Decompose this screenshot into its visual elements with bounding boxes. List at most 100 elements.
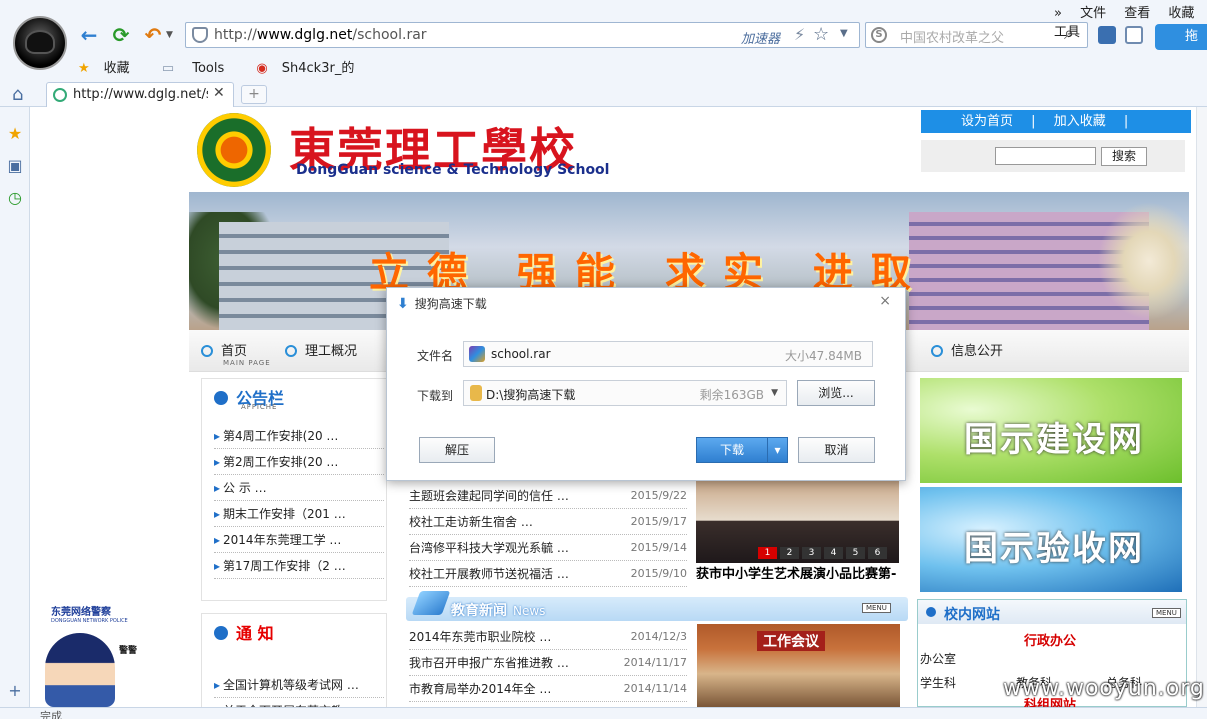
campus-link-office[interactable]: 办公室: [920, 650, 956, 667]
nav-sub: MAIN PAGE: [223, 359, 271, 367]
url-path: /school.rar: [352, 27, 427, 43]
news-date: 2014/12/3: [630, 630, 687, 643]
news-row[interactable]: 校社工走访新生宿舍 … 2015/9/17: [409, 509, 687, 535]
edu-news-photo[interactable]: 工作会议: [697, 624, 900, 707]
list-item[interactable]: 全国计算机等级考试网 …: [214, 672, 384, 698]
news-row[interactable]: 市教育局举办2014年全 … 2014/11/14: [409, 676, 687, 702]
slider-caption[interactable]: 获市中小学生艺术展演小品比赛第-: [696, 563, 899, 579]
sidebar-add-icon[interactable]: +: [6, 682, 24, 700]
news-row[interactable]: 我市召开申报广东省推进教 … 2014/11/17: [409, 650, 687, 676]
list-item[interactable]: 2014年东莞理工学 …: [214, 527, 384, 553]
news-row[interactable]: 主题班会建起同学间的信任 … 2015/9/22: [409, 483, 687, 509]
bookmark-tools[interactable]: ▭ Tools: [162, 61, 238, 76]
announcement-icon: [214, 391, 228, 405]
address-url[interactable]: http://www.dglg.net/school.rar: [214, 27, 427, 43]
banner-flower: [1089, 192, 1189, 330]
home-icon[interactable]: ⌂: [12, 84, 23, 105]
reading-list-icon[interactable]: ▣: [6, 157, 24, 175]
news-row[interactable]: 校社工开展教师节送祝福活 … 2015/9/10: [409, 561, 687, 587]
add-favorite-link[interactable]: 加入收藏: [1054, 114, 1106, 129]
reader-icon[interactable]: [1125, 26, 1143, 44]
edu-news-en: News: [513, 604, 546, 618]
nav-info-public[interactable]: 信息公开: [931, 340, 1003, 359]
menu-favorites[interactable]: 收藏: [1168, 6, 1194, 21]
site-search-button[interactable]: 搜索: [1101, 147, 1147, 166]
list-item[interactable]: 第4周工作安排(20 …: [214, 423, 384, 449]
site-search: 搜索: [921, 140, 1185, 172]
campus-link-students[interactable]: 学生科: [920, 674, 956, 691]
browse-button[interactable]: 浏览...: [797, 380, 875, 406]
set-homepage-link[interactable]: 设为首页: [961, 114, 1013, 129]
network-police-badge[interactable]: 东莞网络警察 DONGGUAN NETWORK POLICE 警警: [37, 603, 157, 707]
lightning-icon[interactable]: ⚡: [794, 25, 805, 44]
address-dropdown-icon[interactable]: ▼: [840, 28, 848, 39]
slider-page[interactable]: 3: [802, 547, 821, 559]
screenshot-icon[interactable]: [1098, 26, 1116, 44]
edu-news-label: 教育新闻: [451, 603, 507, 619]
sogou-search-icon[interactable]: S: [871, 27, 887, 43]
undo-dropdown-icon[interactable]: ▼: [166, 30, 173, 40]
cancel-button[interactable]: 取消: [798, 437, 875, 463]
news-row[interactable]: 2014年东莞市职业院校 … 2014/12/3: [409, 624, 687, 650]
folder-icon: [470, 385, 482, 401]
nav-home[interactable]: 首页 MAIN PAGE: [201, 340, 271, 367]
news-date: 2014/11/17: [623, 656, 687, 669]
list-item[interactable]: 关于全面开展东莞市教 …: [214, 698, 384, 707]
news-photo-slider[interactable]: 123456 获市中小学生艺术展演小品比赛第-: [696, 481, 899, 579]
star-icon[interactable]: ☆: [813, 24, 829, 45]
saveto-path: D:\搜狗高速下载: [486, 388, 576, 402]
slider-page[interactable]: 1: [758, 547, 777, 559]
download-button[interactable]: 下载: [696, 437, 768, 463]
news-row[interactable]: 台湾修平科技大学观光系毓 … 2015/9/14: [409, 535, 687, 561]
slider-page[interactable]: 4: [824, 547, 843, 559]
history-clock-icon[interactable]: ◷: [6, 189, 24, 207]
accelerator-button[interactable]: 加速器: [741, 28, 780, 47]
edu-news-menu-button[interactable]: MENU: [862, 603, 891, 613]
nav-overview[interactable]: 理工概况: [285, 340, 357, 359]
news-date: 2015/9/10: [630, 567, 687, 580]
address-bar[interactable]: http://www.dglg.net/school.rar 加速器 ⚡ ☆ ▼: [185, 22, 860, 48]
campus-title: 校内网站: [944, 607, 1000, 623]
file-size: 大小47.84MB: [785, 349, 862, 363]
list-item[interactable]: 第2周工作安排(20 …: [214, 449, 384, 475]
notice-title: 通 知: [214, 620, 274, 644]
user-avatar[interactable]: [13, 16, 67, 70]
slider-page[interactable]: 6: [868, 547, 887, 559]
saveto-path-select[interactable]: D:\搜狗高速下载 剩余163GB ▼: [463, 380, 787, 406]
url-host: www.dglg.net: [256, 27, 353, 43]
undo-icon[interactable]: ↶: [142, 24, 164, 46]
list-item[interactable]: 公 示 …: [214, 475, 384, 501]
site-search-input[interactable]: [995, 147, 1096, 165]
bookmark-weibo[interactable]: ◉ Sh4ck3r_的: [256, 61, 368, 76]
dialog-close-button[interactable]: ×: [879, 293, 891, 309]
download-options-icon[interactable]: ▾: [767, 437, 788, 463]
bookmark-favorites[interactable]: ★ 收藏: [78, 61, 144, 76]
path-dropdown-icon[interactable]: ▼: [771, 388, 778, 398]
tab-active[interactable]: http://www.dglg.net/school.rar ✕: [46, 82, 234, 107]
slider-page[interactable]: 2: [780, 547, 799, 559]
campus-menu-button[interactable]: MENU: [1152, 608, 1181, 618]
tab-close-icon[interactable]: ✕: [213, 85, 225, 101]
filename-field[interactable]: school.rar 大小47.84MB: [463, 341, 873, 367]
edu-news-title: 教育新闻 News: [451, 600, 545, 620]
menu-view[interactable]: 查看: [1124, 6, 1150, 21]
menu-overflow[interactable]: »: [1054, 6, 1062, 21]
news-date: 2014/11/14: [623, 682, 687, 695]
drag-button[interactable]: 拖: [1155, 24, 1207, 50]
list-item[interactable]: 第17周工作安排（2 …: [214, 553, 384, 579]
tab-title: http://www.dglg.net/school.rar: [73, 87, 208, 102]
refresh-icon[interactable]: ⟳: [110, 24, 132, 46]
status-text: 完成: [40, 710, 62, 719]
menu-tools[interactable]: 工具: [1054, 25, 1080, 40]
slider-page[interactable]: 5: [846, 547, 865, 559]
back-arrow-icon[interactable]: ←: [78, 24, 100, 46]
new-tab-button[interactable]: +: [241, 85, 267, 104]
vertical-scrollbar[interactable]: [1196, 107, 1207, 707]
demo-acceptance-ad[interactable]: 国示验收网: [920, 487, 1182, 592]
favorites-star-icon[interactable]: ★: [6, 125, 24, 143]
menu-file[interactable]: 文件: [1080, 6, 1106, 21]
demo-construction-ad[interactable]: 国示建设网: [920, 378, 1182, 483]
notice-list: 全国计算机等级考试网 … 关于全面开展东莞市教 …: [214, 672, 384, 707]
list-item[interactable]: 期末工作安排（201 …: [214, 501, 384, 527]
extract-button[interactable]: 解压: [419, 437, 495, 463]
